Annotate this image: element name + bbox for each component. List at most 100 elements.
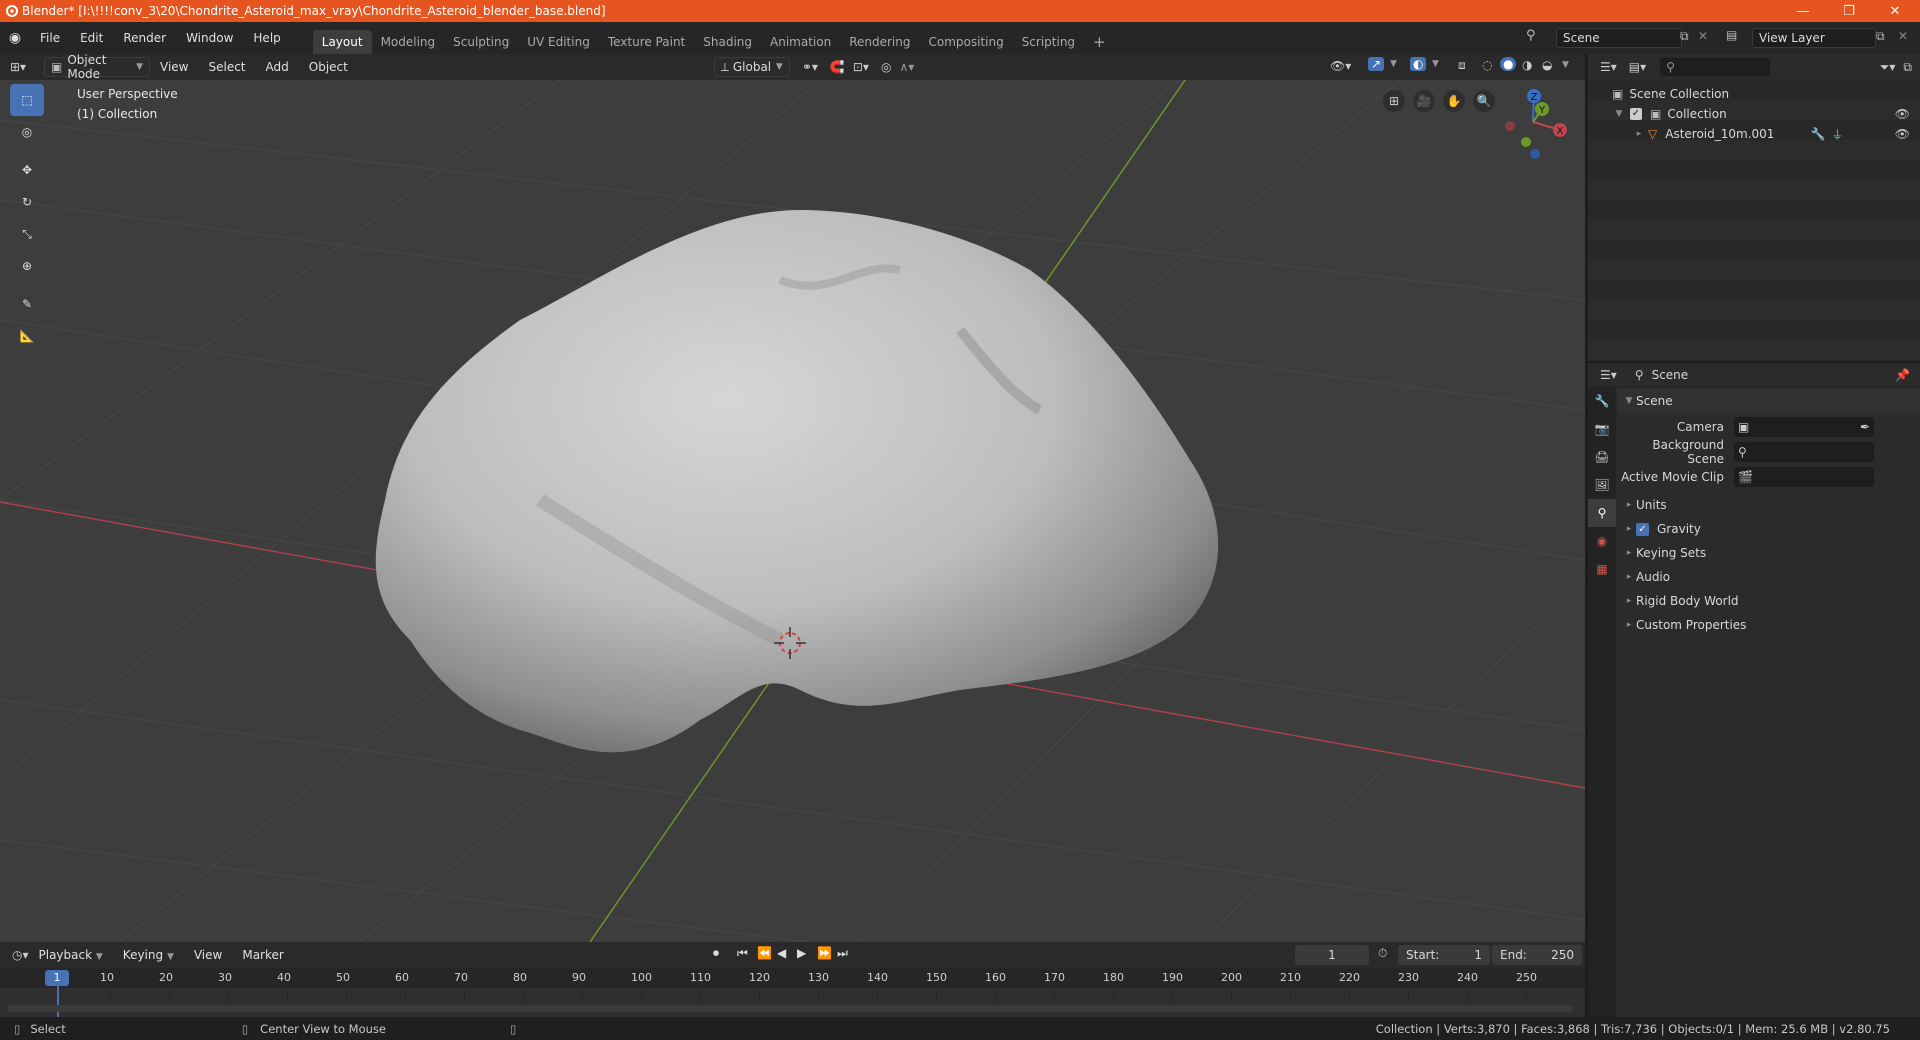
menu-file[interactable]: File — [30, 27, 70, 49]
grid-toggle-icon[interactable]: ⊞ — [1383, 90, 1405, 112]
filter-icon[interactable]: ⏷▾ — [1880, 60, 1896, 75]
tab-compositing[interactable]: Compositing — [919, 30, 1012, 54]
falloff-icon[interactable]: ∧▾ — [899, 60, 914, 74]
tab-texture-paint[interactable]: Texture Paint — [599, 30, 694, 54]
texture-tab-icon[interactable]: ▦ — [1588, 555, 1616, 583]
gizmo-toggle-icon[interactable]: ↗ — [1368, 57, 1385, 71]
scene-type-icon[interactable]: ⚲ — [1526, 28, 1536, 43]
record-icon[interactable]: ⏺ — [713, 946, 719, 961]
output-tab-icon[interactable]: 🖨 — [1588, 443, 1616, 471]
delete-view-layer-icon[interactable]: ✕ — [1898, 29, 1908, 43]
custom-properties-section[interactable]: ▸ Custom Properties — [1618, 613, 1920, 637]
pan-hand-icon[interactable]: ✋ — [1443, 90, 1465, 112]
audio-section[interactable]: ▸ Audio — [1618, 565, 1920, 589]
delete-scene-icon[interactable]: ✕ — [1698, 29, 1708, 43]
move-tool-icon[interactable]: ✥ — [10, 154, 44, 186]
menu-render[interactable]: Render — [113, 27, 176, 49]
xray-icon[interactable]: ⧈ — [1458, 58, 1466, 73]
timeline-menu-marker[interactable]: Marker — [232, 944, 293, 966]
outliner-row-object[interactable]: ▸ ▽ Asteroid_10m.001 🔧 ⏚ 👁 — [1588, 124, 1920, 144]
properties-editor-type-icon[interactable]: ☰▾ — [1600, 368, 1617, 382]
tab-uv-editing[interactable]: UV Editing — [518, 30, 599, 54]
new-scene-icon[interactable]: ⧉ — [1680, 29, 1689, 44]
timeline-ruler[interactable]: 1 10 20 30 40 50 60 70 80 90 100 110 120 130 140 150 16… — [0, 968, 1585, 1017]
menu-window[interactable]: Window — [176, 27, 243, 49]
editor-type-icon[interactable]: ⊞▾ — [10, 60, 40, 74]
tool-tab-icon[interactable]: 🔧 — [1588, 387, 1616, 415]
menu-help[interactable]: Help — [243, 27, 290, 49]
solid-shading-icon[interactable]: ● — [1500, 57, 1517, 71]
gizmo-menu-icon[interactable]: ▼ — [1390, 59, 1397, 69]
viewport-menu-add[interactable]: Add — [256, 56, 299, 78]
scene-panel-header[interactable]: ▼ Scene — [1618, 389, 1920, 413]
jump-start-icon[interactable]: ⏮ — [737, 946, 748, 961]
blender-menu-icon[interactable]: ◉ — [0, 30, 30, 46]
modifier-wrench-icon[interactable]: 🔧 — [1810, 127, 1825, 141]
timeline-scrollbar[interactable] — [8, 1005, 1573, 1012]
tab-sculpting[interactable]: Sculpting — [444, 30, 518, 54]
shading-menu-icon[interactable]: ▼ — [1562, 60, 1569, 70]
play-icon[interactable]: ▶ — [797, 946, 806, 960]
eye-icon[interactable]: 👁 — [1895, 107, 1910, 121]
orientation-selector[interactable]: ⟂ Global ▼ — [713, 57, 790, 77]
tab-rendering[interactable]: Rendering — [840, 30, 919, 54]
tab-scripting[interactable]: Scripting — [1013, 30, 1084, 54]
world-tab-icon[interactable]: ◉ — [1588, 527, 1616, 555]
scene-tab-icon[interactable]: ⚲ — [1588, 499, 1616, 527]
navigation-gizmo[interactable]: Z X Y — [1490, 84, 1570, 164]
tab-layout[interactable]: Layout — [312, 30, 372, 54]
viewport-menu-view[interactable]: View — [150, 56, 198, 78]
timeline-menu-keying[interactable]: Keying ▼ — [113, 944, 184, 966]
units-section[interactable]: ▸ Units — [1618, 493, 1920, 517]
scene-selector[interactable]: Scene — [1556, 28, 1682, 48]
timeline-menu-view[interactable]: View — [184, 944, 232, 966]
wireframe-shading-icon[interactable]: ◌ — [1482, 58, 1492, 72]
prev-keyframe-icon[interactable]: ⏪ — [757, 946, 772, 960]
outliner-row-collection[interactable]: ▼ ✓ ▣ Collection 👁 — [1588, 104, 1920, 124]
material-shading-icon[interactable]: ◑ — [1522, 58, 1532, 72]
close-icon[interactable]: ✕ — [1872, 0, 1918, 22]
transform-tool-icon[interactable]: ⊕ — [10, 250, 44, 282]
outliner-search-input[interactable]: ⚲ — [1660, 58, 1771, 76]
view-layer-selector[interactable]: View Layer — [1752, 28, 1876, 48]
playhead-frame-indicator[interactable]: 1 — [45, 970, 69, 986]
mesh-data-icon[interactable]: ⏚ — [1831, 126, 1843, 143]
exclude-checkbox[interactable]: ✓ — [1630, 108, 1642, 120]
play-reverse-icon[interactable]: ◀ — [777, 946, 786, 960]
proportional-edit-icon[interactable]: ◎ — [881, 60, 891, 74]
visibility-icon[interactable]: 👁▾ — [1330, 59, 1351, 73]
expand-arrow-icon[interactable]: ▼ — [1612, 109, 1626, 119]
keying-sets-section[interactable]: ▸ Keying Sets — [1618, 541, 1920, 565]
movie-clip-field[interactable]: 🎬 — [1734, 467, 1874, 487]
tab-shading[interactable]: Shading — [694, 30, 761, 54]
view-layer-tab-icon[interactable]: 🖼 — [1588, 471, 1616, 499]
end-frame-field[interactable]: End: 250 — [1492, 945, 1582, 965]
eye-icon[interactable]: 👁 — [1895, 127, 1910, 141]
select-box-icon[interactable]: ⬚ — [10, 84, 44, 116]
new-collection-icon[interactable]: ⧉ — [1903, 60, 1912, 75]
stopwatch-icon[interactable]: ⏱ — [1378, 946, 1387, 961]
expand-arrow-icon[interactable]: ▸ — [1632, 129, 1646, 139]
view-layer-icon[interactable]: ▤ — [1726, 28, 1737, 42]
mode-selector[interactable]: ▣ Object Mode ▼ — [44, 53, 150, 81]
display-mode-icon[interactable]: ▤▾ — [1629, 60, 1646, 74]
3d-viewport[interactable]: ⬚ ◎ ✥ ↻ ⤡ ⊕ ✎ 📐 User Perspective (1) Col… — [0, 80, 1585, 942]
new-view-layer-icon[interactable]: ⧉ — [1876, 29, 1885, 44]
viewport-menu-select[interactable]: Select — [198, 56, 255, 78]
overlays-toggle-icon[interactable]: ◐ — [1410, 57, 1427, 71]
scale-tool-icon[interactable]: ⤡ — [10, 218, 44, 250]
annotate-tool-icon[interactable]: ✎ — [10, 288, 44, 320]
rigid-body-world-section[interactable]: ▸ Rigid Body World — [1618, 589, 1920, 613]
pivot-icon[interactable]: ⚭▾ — [802, 60, 818, 74]
timeline-menu-playback[interactable]: Playback ▼ — [29, 944, 113, 966]
background-scene-field[interactable]: ⚲ — [1734, 442, 1874, 462]
add-workspace-icon[interactable]: + — [1084, 30, 1115, 54]
tab-modeling[interactable]: Modeling — [372, 30, 445, 54]
next-keyframe-icon[interactable]: ⏩ — [817, 946, 832, 960]
viewport-menu-object[interactable]: Object — [299, 56, 358, 78]
rotate-tool-icon[interactable]: ↻ — [10, 186, 44, 218]
start-frame-field[interactable]: Start: 1 — [1398, 945, 1490, 965]
rendered-shading-icon[interactable]: ◒ — [1542, 58, 1552, 72]
jump-end-icon[interactable]: ⏭ — [837, 946, 848, 961]
camera-view-icon[interactable]: 🎥 — [1413, 90, 1435, 112]
